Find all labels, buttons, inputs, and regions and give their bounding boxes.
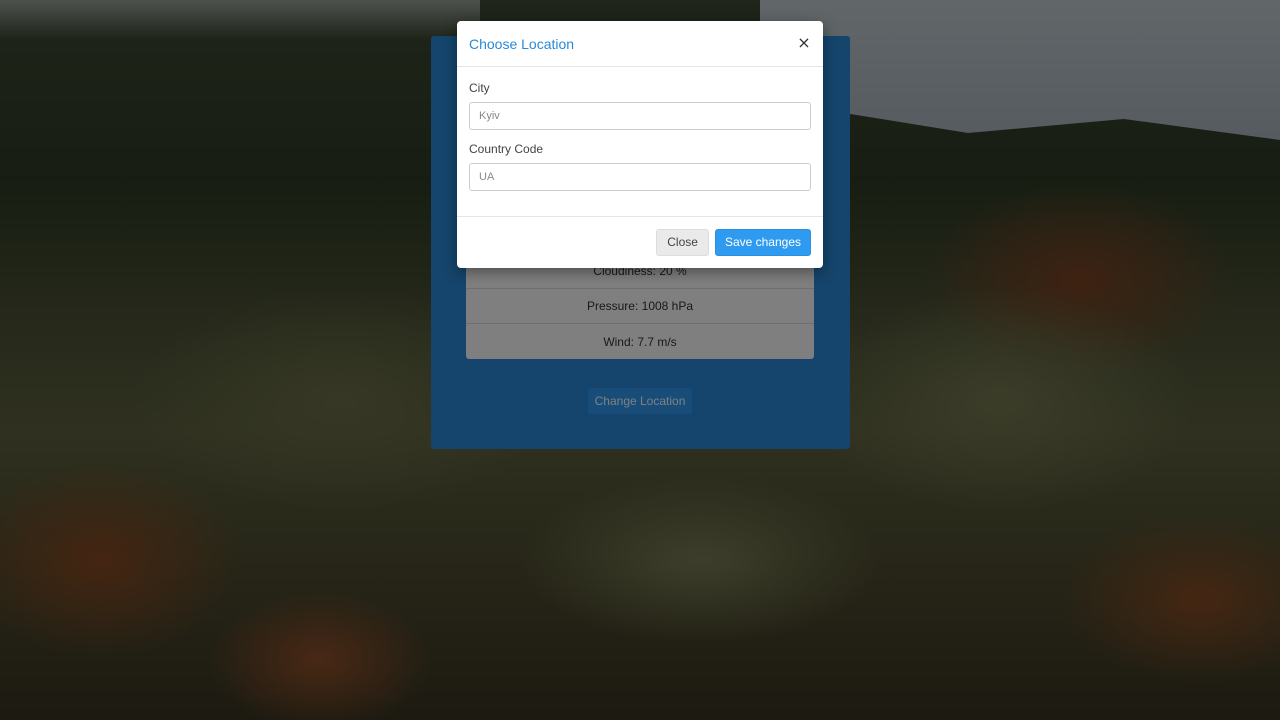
modal-header: Choose Location × <box>457 21 823 67</box>
city-form-group: City <box>469 81 811 130</box>
city-label: City <box>469 81 490 95</box>
country-code-label: Country Code <box>469 142 544 156</box>
modal-footer: Close Save changes <box>457 217 823 267</box>
close-button[interactable]: Close <box>656 228 709 256</box>
modal-body: City Country Code <box>457 67 823 217</box>
save-changes-button[interactable]: Save changes <box>714 228 811 256</box>
country-form-group: Country Code <box>469 142 811 191</box>
close-icon[interactable]: × <box>797 34 811 52</box>
choose-location-modal: Choose Location × City Country Code Clos… <box>457 21 823 268</box>
country-code-input[interactable] <box>469 163 811 191</box>
city-input[interactable] <box>469 102 811 130</box>
modal-title: Choose Location <box>469 35 575 52</box>
